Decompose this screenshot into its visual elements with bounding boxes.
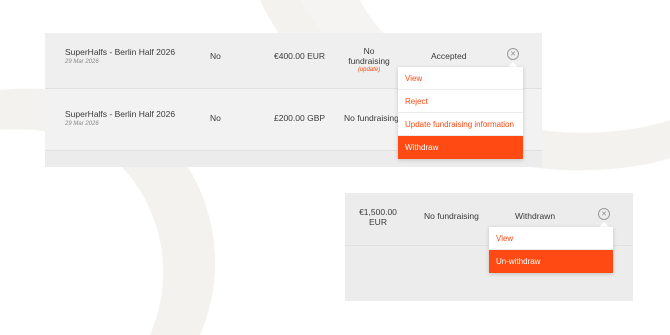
close-circle-icon[interactable]: ✕: [598, 208, 610, 220]
menu-item-view[interactable]: View: [398, 67, 523, 90]
amount-value: €1,500.00 EUR: [359, 207, 397, 227]
fundraising-value: No fundraising: [344, 113, 399, 123]
event-cell: SuperHalfs - Berlin Half 2026 29 Mar 202…: [65, 47, 175, 65]
status-badge: Withdrawn: [515, 211, 556, 221]
close-circle-icon[interactable]: ✕: [507, 48, 519, 60]
fundraising-value: No fundraising: [348, 46, 390, 66]
menu-item-reject[interactable]: Reject: [398, 90, 523, 113]
amount-value: £200.00 GBP: [274, 113, 326, 123]
flag-value: No: [210, 113, 221, 123]
update-fundraising-link[interactable]: (update): [344, 67, 394, 73]
status-badge: Accepted: [431, 51, 467, 61]
amount-value: €400.00 EUR: [274, 51, 326, 61]
event-name: SuperHalfs - Berlin Half 2026: [65, 47, 176, 57]
fundraising-value: No fundraising: [424, 211, 479, 221]
event-name: SuperHalfs - Berlin Half 2026: [65, 109, 176, 119]
event-cell: SuperHalfs - Berlin Half 2026 29 Mar 202…: [65, 109, 175, 127]
menu-item-update-fundraising[interactable]: Update fundraising information: [398, 113, 523, 136]
menu-item-withdraw[interactable]: Withdraw: [398, 136, 523, 159]
flag-value: No: [210, 51, 221, 61]
fundraising-cell: No fundraising (update): [344, 46, 394, 73]
event-date: 29 Mar 2026: [65, 121, 99, 127]
event-date: 29 Mar 2026: [65, 59, 99, 65]
menu-item-view[interactable]: View: [489, 227, 613, 250]
menu-item-un-withdraw[interactable]: Un-withdraw: [489, 250, 613, 273]
row-actions-menu: View Un-withdraw: [489, 227, 613, 273]
row-actions-menu: View Reject Update fundraising informati…: [398, 67, 523, 159]
